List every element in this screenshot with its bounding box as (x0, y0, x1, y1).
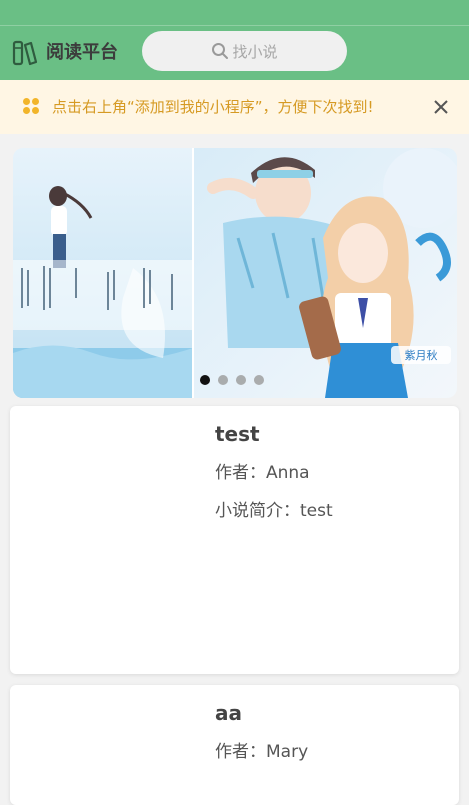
book-card[interactable]: test 作者：Anna 小说简介：test (10, 406, 459, 674)
book-card[interactable]: aa 作者：Mary (10, 685, 459, 805)
book-title: test (215, 422, 260, 446)
book-author: 作者：Anna (215, 463, 310, 483)
book-author: 作者：Mary (215, 742, 309, 762)
apps-icon (23, 98, 39, 114)
search-icon (212, 43, 229, 59)
banner-image: 紫月秋 (13, 148, 457, 398)
carousel-dots (200, 375, 264, 385)
header: 阅读平台 找小说 (0, 25, 469, 80)
tip-text: 点击右上角“添加到我的小程序”，方便下次找到! (52, 98, 374, 116)
banner-badge: 紫月秋 (405, 348, 438, 362)
book-logo-icon (12, 40, 38, 66)
add-miniprogram-tip: 点击右上角“添加到我的小程序”，方便下次找到! (0, 80, 469, 134)
search-bar[interactable]: 找小说 (142, 31, 347, 71)
search-placeholder: 找小说 (232, 42, 278, 61)
book-title: aa (215, 701, 242, 725)
banner-carousel[interactable]: 紫月秋 (13, 148, 457, 398)
app-title: 阅读平台 (46, 42, 118, 63)
carousel-dot[interactable] (254, 375, 264, 385)
book-intro: 小说简介：test (215, 501, 333, 521)
status-bar (0, 0, 469, 25)
carousel-dot[interactable] (218, 375, 228, 385)
carousel-dot[interactable] (200, 375, 210, 385)
carousel-dot[interactable] (236, 375, 246, 385)
close-icon[interactable] (431, 97, 451, 117)
